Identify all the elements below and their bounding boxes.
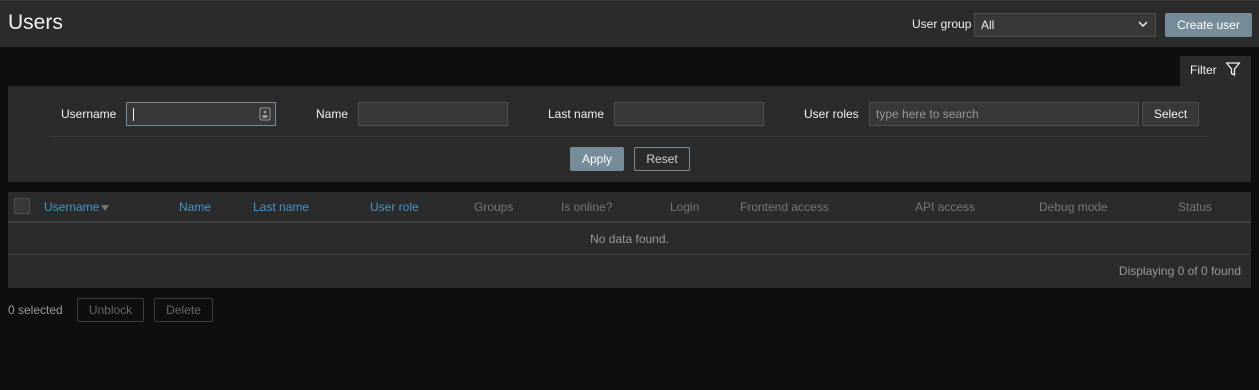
column-login: Login xyxy=(670,200,700,214)
column-username-label: Username xyxy=(44,200,100,214)
column-groups: Groups xyxy=(474,200,514,214)
column-api-access: API access xyxy=(915,200,976,214)
column-debug-mode: Debug mode xyxy=(1039,200,1108,214)
last-name-input[interactable] xyxy=(614,102,764,126)
last-name-label: Last name xyxy=(548,107,605,121)
credential-icon[interactable] xyxy=(259,107,271,121)
table-row: No data found. xyxy=(8,225,1251,255)
reset-button[interactable]: Reset xyxy=(634,147,690,171)
page-header: Users User group All Create user xyxy=(0,0,1259,47)
user-roles-input[interactable]: type here to search xyxy=(869,102,1139,126)
column-name[interactable]: Name xyxy=(179,200,211,214)
name-label: Name xyxy=(316,107,349,121)
column-status: Status xyxy=(1178,200,1213,214)
column-last-name[interactable]: Last name xyxy=(253,200,309,214)
page-title: Users xyxy=(8,11,63,34)
create-user-button[interactable]: Create user xyxy=(1165,13,1252,37)
username-input[interactable] xyxy=(126,102,276,126)
column-username[interactable]: Username xyxy=(44,200,110,214)
username-label: Username xyxy=(61,107,117,121)
filter-divider xyxy=(52,136,1208,137)
text-caret xyxy=(133,108,134,121)
table-header: Username Name Last name User role Groups… xyxy=(8,192,1251,223)
users-table: Username Name Last name User role Groups… xyxy=(8,192,1251,288)
selected-count: 0 selected xyxy=(8,303,63,317)
user-group-value: All xyxy=(981,18,995,32)
user-roles-placeholder: type here to search xyxy=(876,107,979,121)
filter-tab-label: Filter xyxy=(1190,63,1217,77)
user-group-select[interactable]: All xyxy=(974,13,1156,37)
chevron-down-icon xyxy=(1138,21,1148,28)
no-data-message: No data found. xyxy=(590,232,669,246)
filter-tab[interactable]: Filter xyxy=(1180,56,1251,86)
column-frontend-access: Frontend access xyxy=(740,200,829,214)
column-user-role[interactable]: User role xyxy=(370,200,419,214)
user-roles-label: User roles xyxy=(804,107,859,121)
filter-icon xyxy=(1225,62,1241,76)
name-input[interactable] xyxy=(358,102,508,126)
column-is-online: Is online? xyxy=(561,200,613,214)
unblock-button[interactable]: Unblock xyxy=(77,298,144,322)
user-group-label: User group xyxy=(912,17,972,31)
delete-button[interactable]: Delete xyxy=(154,298,213,322)
select-roles-button[interactable]: Select xyxy=(1142,102,1199,126)
apply-button[interactable]: Apply xyxy=(570,147,624,171)
filter-panel: Username Name Last name User roles type … xyxy=(8,86,1251,182)
sort-down-icon xyxy=(101,204,110,211)
select-all-checkbox[interactable] xyxy=(14,198,30,214)
paging-info: Displaying 0 of 0 found xyxy=(1118,264,1241,278)
